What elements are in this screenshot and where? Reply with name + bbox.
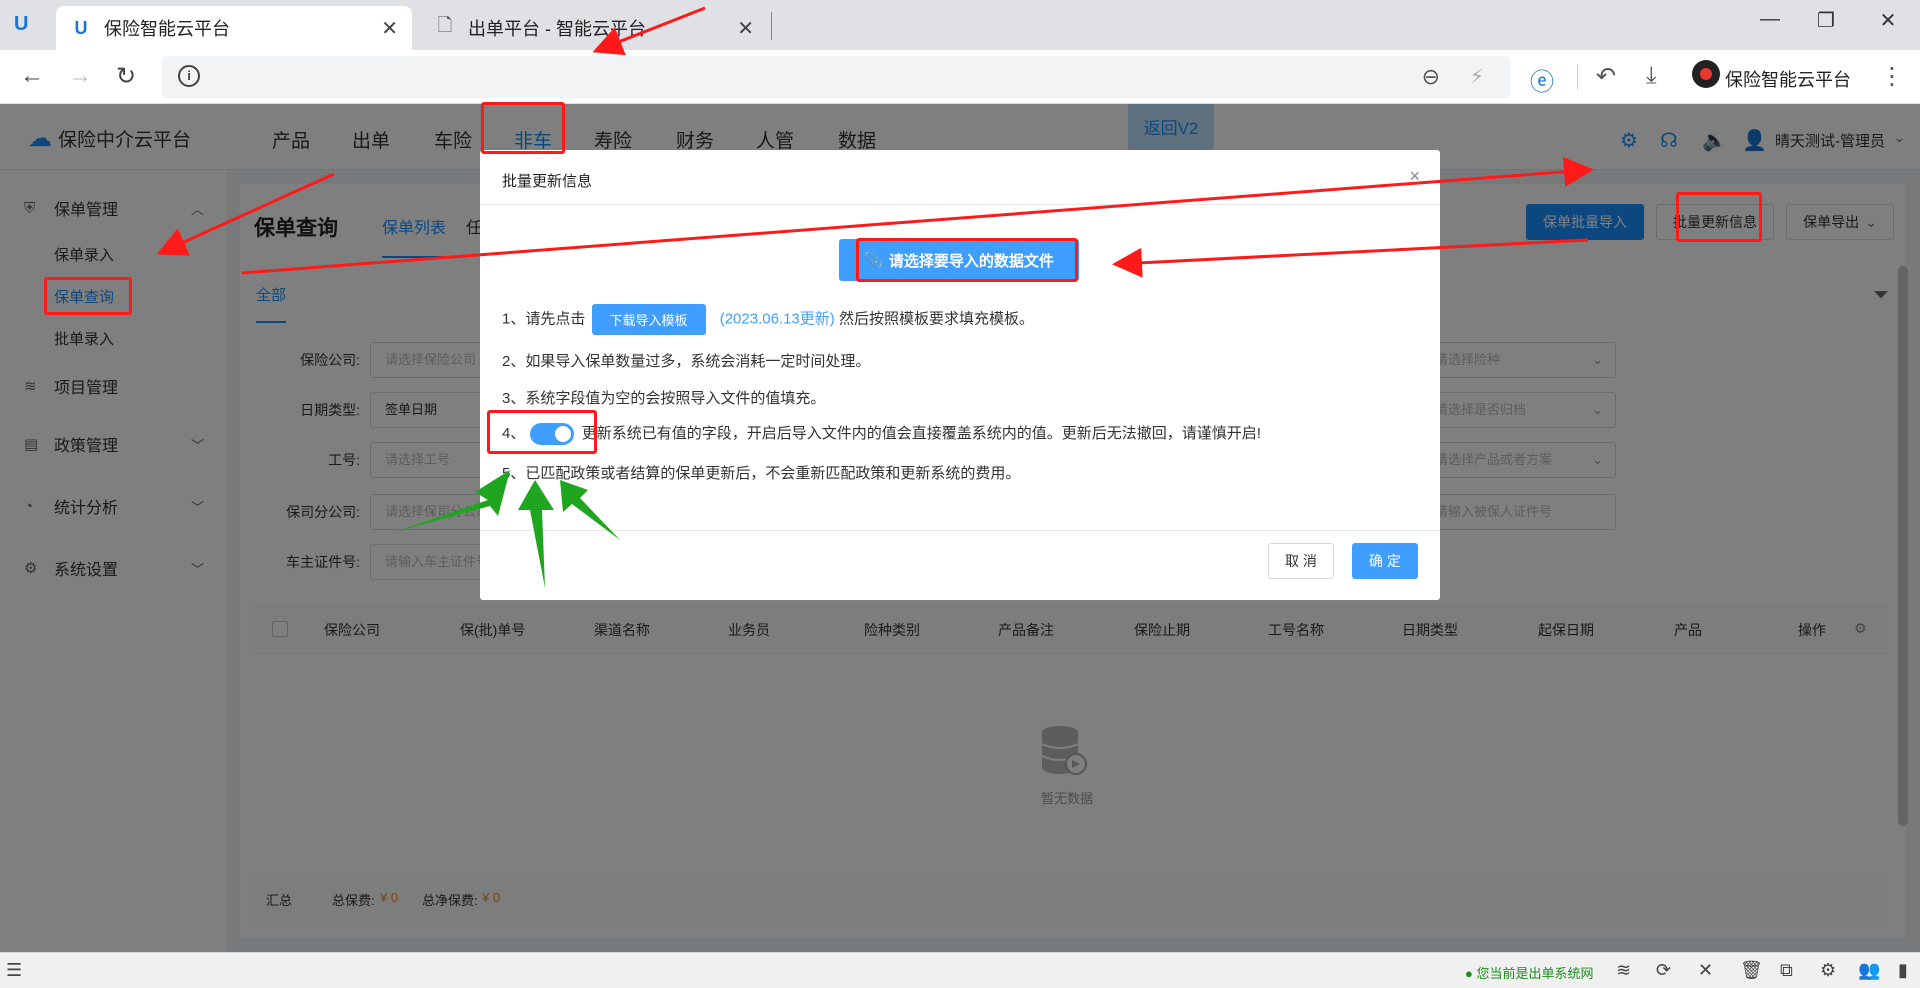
close-icon[interactable]: × <box>1409 166 1420 187</box>
reload-icon[interactable]: ↻ <box>116 62 136 91</box>
page-icon: 🗋 <box>437 15 453 35</box>
ie-mode-icon[interactable]: ⓔ <box>1530 62 1554 97</box>
instruction-3: 3、系统字段值为空的会按照导入文件的值填充。 <box>502 390 826 407</box>
cancel-button[interactable]: 取 消 <box>1268 543 1334 579</box>
instruction-4: 4、 更新系统已有值的字段，开启后导入文件内的值会直接覆盖系统内的值。更新后无法… <box>502 422 1261 446</box>
template-date: (2023.06.13更新) <box>719 310 835 328</box>
menu-more-icon[interactable]: ⋮ <box>1880 62 1904 91</box>
people-icon[interactable]: 👥 <box>1858 960 1880 981</box>
tab-issuance[interactable]: 🗋 出单平台 - 智能云平台 ✕ <box>420 6 768 50</box>
confirm-button[interactable]: 确 定 <box>1352 543 1418 579</box>
bolt-icon[interactable]: ⚡ <box>1470 64 1484 89</box>
instruction-4-text: 更新系统已有值的字段，开启后导入文件内的值会直接覆盖系统内的值。更新后无法撤回，… <box>581 425 1261 442</box>
instruction-1-suffix: 然后按照模板要求填充模板。 <box>838 310 1034 328</box>
browser-tab-strip: U U 保险智能云平台 ✕ 🗋 出单平台 - 智能云平台 ✕ — ❐ ✕ <box>0 0 1920 50</box>
instruction-1: 1、请先点击 下载导入模板 (2023.06.13更新) 然后按照模板要求填充模… <box>502 304 1034 335</box>
download-icon[interactable]: ⤓ <box>1646 62 1657 90</box>
volume-icon[interactable]: ▮ <box>1898 960 1908 981</box>
highlight-batch-update <box>1676 192 1762 242</box>
forward-icon[interactable]: → <box>68 62 92 90</box>
tab-title: 出单平台 - 智能云平台 <box>468 19 646 39</box>
tab-title: 保险智能云平台 <box>104 19 230 39</box>
profile-label[interactable]: 保险智能云平台 <box>1725 66 1851 92</box>
highlight-upload <box>856 238 1078 282</box>
highlight-nav-non-auto <box>481 102 565 154</box>
divider <box>480 204 1440 205</box>
gear-icon[interactable]: ⚙ <box>1820 960 1836 981</box>
toolbar-divider <box>1577 64 1578 90</box>
tab-platform[interactable]: U 保险智能云平台 ✕ <box>56 6 412 50</box>
status-text: ● 您当前是出单系统网 <box>1465 966 1594 981</box>
browser-logo-icon[interactable]: U <box>14 13 36 37</box>
status-label: 您当前是出单系统网 <box>1476 966 1594 981</box>
highlight-toggle <box>487 410 597 454</box>
divider <box>480 530 1440 531</box>
batch-update-dialog: 批量更新信息 × 📎 请选择要导入的数据文件 1、请先点击 下载导入模板 (20… <box>480 150 1440 600</box>
highlight-policy-query <box>44 277 132 315</box>
site-logo-icon: U <box>74 17 88 38</box>
window-close-icon[interactable]: ✕ <box>1868 8 1908 33</box>
sync-icon[interactable]: ⟳ <box>1656 960 1671 981</box>
zoom-out-icon[interactable]: ⊖ <box>1422 64 1440 90</box>
instruction-1-prefix: 1、请先点击 <box>502 310 586 328</box>
tab-close-icon[interactable]: ✕ <box>737 16 754 41</box>
tab-close-icon[interactable]: ✕ <box>381 16 398 41</box>
instruction-2: 2、如果导入保单数量过多，系统会消耗一定时间处理。 <box>502 353 871 370</box>
close-icon[interactable]: ✕ <box>1698 960 1713 981</box>
restore-icon[interactable]: ❐ <box>1806 8 1846 33</box>
minimize-icon[interactable]: — <box>1750 8 1790 31</box>
info-icon[interactable]: i <box>178 65 200 87</box>
dialog-title: 批量更新信息 <box>502 173 593 190</box>
menu-icon[interactable]: ☰ <box>6 960 22 981</box>
instruction-5: 5、已匹配政策或者结算的保单更新后，不会重新匹配政策和更新系统的费用。 <box>502 465 1021 482</box>
profile-avatar[interactable] <box>1692 60 1720 88</box>
browser-status-bar: ☰ ● 您当前是出单系统网 ≋ ⟳ ✕ 🗑 ⧉ ⚙ 👥 ▮ <box>0 952 1920 988</box>
address-bar: ← → ↻ i ⊖ ⚡ ⓔ ↶ ⤓ 保险智能云平台 ⋮ <box>0 50 1920 104</box>
copy-icon[interactable]: ⧉ <box>1780 960 1793 981</box>
download-template-button[interactable]: 下载导入模板 <box>591 304 706 335</box>
url-input[interactable]: i ⊖ ⚡ <box>162 56 1510 98</box>
tab-divider <box>771 12 772 40</box>
back-icon[interactable]: ← <box>20 62 44 90</box>
wifi-icon[interactable]: ≋ <box>1616 960 1631 981</box>
trash-icon[interactable]: 🗑 <box>1740 960 1763 981</box>
undo-icon[interactable]: ↶ <box>1596 62 1616 91</box>
